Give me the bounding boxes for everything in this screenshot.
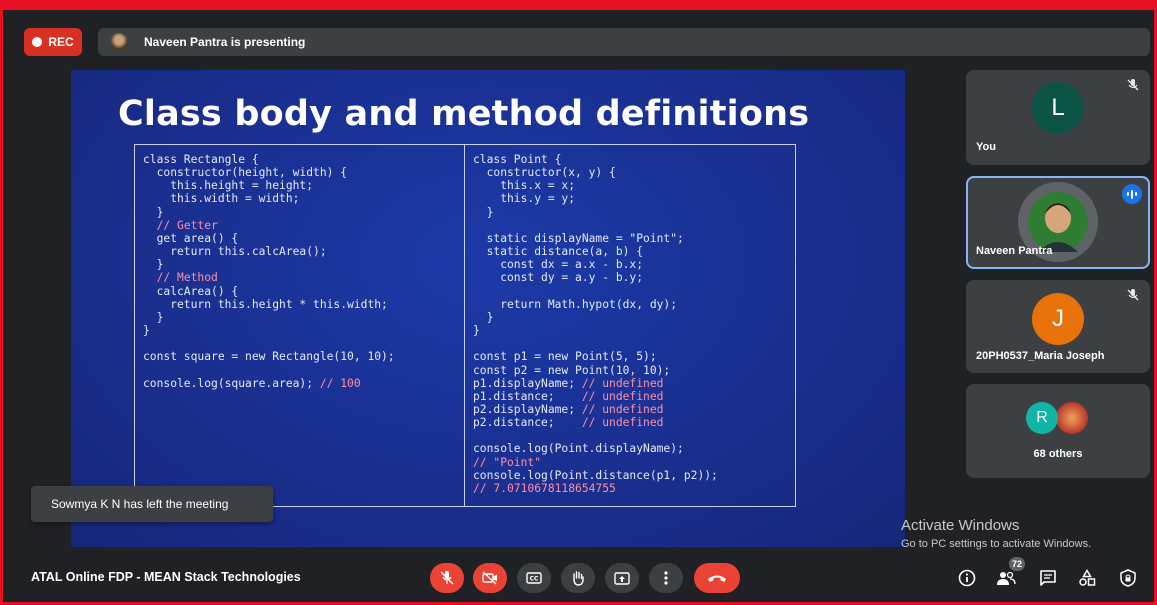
toast-text: Sowmya K N has left the meeting <box>51 497 229 511</box>
leave-call-button[interactable] <box>694 563 740 593</box>
activities-button[interactable] <box>1077 568 1097 588</box>
code-right: class Point { constructor(x, y) { this.x… <box>473 153 718 495</box>
presenter-avatar <box>110 33 128 51</box>
participant-tile-maria[interactable]: J 20PH0537_Maria Joseph <box>966 280 1150 373</box>
mic-off-icon <box>1127 289 1139 301</box>
people-button[interactable] <box>996 568 1016 588</box>
participant-photo <box>1028 192 1088 252</box>
chat-icon <box>1040 570 1056 586</box>
code-left: class Rectangle { constructor(height, wi… <box>143 153 395 390</box>
avatar: L <box>1032 82 1084 134</box>
activities-icon <box>1079 569 1096 586</box>
shared-screen: Class body and method definitions class … <box>71 70 905 547</box>
chat-button[interactable] <box>1038 568 1058 588</box>
end-call-icon <box>708 575 726 582</box>
avatar: R <box>1026 402 1058 434</box>
more-options-button[interactable] <box>649 563 683 593</box>
avatar: J <box>1032 293 1084 345</box>
present-screen-button[interactable] <box>605 563 639 593</box>
camera-toggle-button[interactable] <box>473 563 507 593</box>
code-panel-left: class Rectangle { constructor(height, wi… <box>134 144 465 507</box>
shield-lock-icon <box>1120 569 1136 587</box>
mic-toggle-button[interactable] <box>430 563 464 593</box>
slide-title: Class body and method definitions <box>118 94 810 134</box>
participant-tile-you[interactable]: L You <box>966 70 1150 165</box>
notification-toast: Sowmya K N has left the meeting <box>31 486 273 522</box>
people-icon <box>997 571 1016 585</box>
more-icon <box>664 571 668 585</box>
svg-text:CC: CC <box>530 576 539 583</box>
info-icon <box>958 569 976 587</box>
record-dot-icon <box>32 37 43 47</box>
activate-windows-subtext: Go to PC settings to activate Windows. <box>901 538 1092 550</box>
meeting-details-button[interactable] <box>957 568 977 588</box>
participant-name: You <box>976 141 996 153</box>
activate-windows-watermark: Activate Windows <box>901 517 1020 534</box>
raise-hand-icon <box>573 571 584 586</box>
mic-off-icon <box>440 571 454 585</box>
captions-icon: CC <box>526 572 542 584</box>
recording-label: REC <box>48 35 74 49</box>
present-icon <box>614 571 630 585</box>
raise-hand-button[interactable] <box>561 563 595 593</box>
mic-off-icon <box>1127 79 1139 91</box>
participant-name: Naveen Pantra <box>976 245 1053 257</box>
camera-off-icon <box>482 571 497 585</box>
participant-name: 20PH0537_Maria Joseph <box>976 350 1105 362</box>
captions-button[interactable]: CC <box>517 563 551 593</box>
avatar-photo <box>1056 402 1088 434</box>
participant-tile-others[interactable]: R 68 others <box>966 384 1150 478</box>
host-controls-button[interactable] <box>1118 568 1138 588</box>
participant-tile-naveen[interactable]: Naveen Pantra <box>966 176 1150 269</box>
speaking-indicator-icon <box>1122 184 1142 204</box>
presenter-text: Naveen Pantra is presenting <box>144 35 306 49</box>
presenter-bar[interactable]: Naveen Pantra is presenting <box>98 28 1150 56</box>
code-panel-right: class Point { constructor(x, y) { this.x… <box>464 144 796 507</box>
participant-name: 68 others <box>1033 448 1083 460</box>
meeting-title: ATAL Online FDP - MEAN Stack Technologie… <box>31 570 301 584</box>
recording-badge[interactable]: REC <box>24 28 82 56</box>
